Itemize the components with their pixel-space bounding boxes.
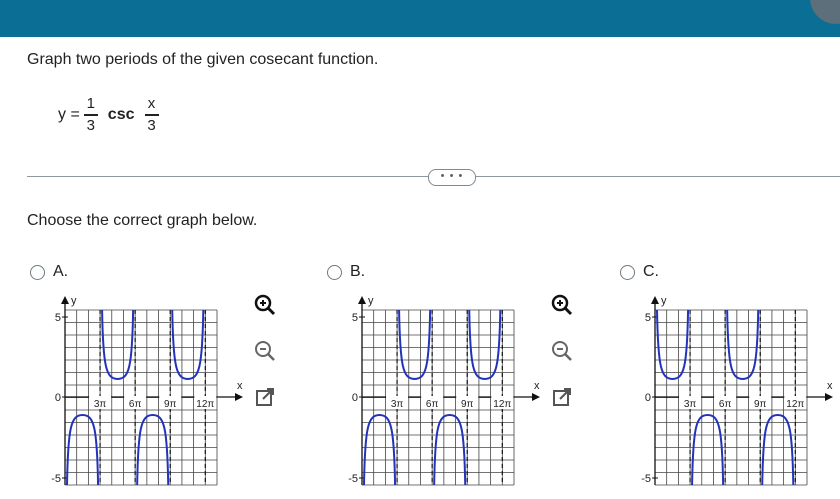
curve-branch — [761, 413, 795, 486]
y-tick-label: 5 — [352, 312, 358, 324]
y-axis-label: y — [368, 295, 374, 307]
option-b[interactable]: B. — [327, 263, 365, 281]
coefficient-denominator: 3 — [86, 116, 95, 134]
x-axis-label: x — [827, 380, 833, 392]
option-letter: A. — [53, 263, 69, 280]
radio-button[interactable] — [327, 264, 342, 280]
x-axis-arrow — [532, 393, 540, 401]
x-axis-arrow — [235, 393, 243, 401]
option-c[interactable]: C. — [620, 263, 659, 281]
curve-branch — [398, 309, 432, 381]
equation: y = 1 3 csc x 3 — [58, 88, 163, 142]
curve-branch — [171, 309, 205, 381]
x-axis-label: x — [534, 380, 540, 392]
x-tick-label: 9π — [461, 399, 474, 410]
radio-button[interactable] — [30, 264, 45, 280]
y-axis-arrow — [651, 296, 659, 304]
graph-svg: 5 0 -5 3π 6π 9π 12π x y — [51, 295, 243, 486]
x-tick-label: 12π — [493, 399, 511, 410]
y-tick-label: 0 — [352, 392, 358, 404]
curve-branch — [66, 413, 100, 486]
curve-branch — [691, 413, 725, 486]
y-axis-label: y — [71, 295, 77, 307]
graph-option-c[interactable]: 5 0 -5 3π 6π 9π 12π x y — [620, 290, 835, 490]
x-tick-label: 12π — [786, 399, 804, 410]
fraction-bar — [144, 114, 159, 116]
x-tick-label: 3π — [94, 399, 107, 410]
curve-branch — [101, 309, 135, 381]
argument-numerator: x — [147, 95, 156, 113]
graph-option-a[interactable]: 5 0 -5 3π 6π 9π 12π x y — [30, 290, 245, 490]
y-tick-label: -5 — [348, 473, 358, 485]
option-letter: B. — [350, 263, 366, 280]
equation-lhs: y = — [58, 106, 80, 123]
popout-icon[interactable] — [550, 385, 574, 409]
coefficient-numerator: 1 — [86, 95, 95, 113]
graph-svg: 5 0 -5 3π 6π 9π 12π x y — [641, 295, 833, 486]
option-letter: C. — [643, 263, 659, 280]
argument-denominator: 3 — [147, 116, 156, 134]
x-tick-label: 6π — [719, 399, 732, 410]
graph-option-b[interactable]: 5 0 -5 3π 6π 9π 12π x y — [327, 290, 542, 490]
zoom-in-icon[interactable] — [253, 293, 277, 317]
popout-icon[interactable] — [253, 385, 277, 409]
zoom-out-icon[interactable] — [550, 339, 574, 363]
x-axis-label: x — [237, 380, 243, 392]
y-tick-label: 0 — [55, 392, 61, 404]
x-axis-arrow — [825, 393, 833, 401]
curve-branch — [468, 309, 502, 381]
argument-fraction: x 3 — [144, 95, 159, 135]
question-title: Graph two periods of the given cosecant … — [27, 51, 379, 68]
fraction-bar — [83, 114, 98, 116]
graph-svg: 5 0 -5 3π 6π 9π 12π x y — [348, 295, 540, 486]
curve-branch — [363, 413, 397, 486]
x-tick-label: 9π — [754, 399, 767, 410]
x-tick-label: 6π — [426, 399, 439, 410]
x-tick-label: 9π — [164, 399, 177, 410]
avatar[interactable] — [810, 0, 840, 24]
option-a[interactable]: A. — [30, 263, 68, 281]
curve-branch — [136, 413, 170, 486]
y-tick-label: 0 — [645, 392, 651, 404]
x-tick-label: 3π — [391, 399, 404, 410]
more-button[interactable]: • • • — [428, 169, 476, 186]
x-tick-label: 6π — [129, 399, 142, 410]
x-tick-label: 12π — [196, 399, 214, 410]
choose-prompt: Choose the correct graph below. — [27, 212, 258, 229]
function-name: csc — [107, 106, 135, 123]
curve-branch — [656, 309, 690, 381]
zoom-out-icon[interactable] — [253, 339, 277, 363]
x-tick-label: 3π — [684, 399, 697, 410]
radio-button[interactable] — [620, 264, 635, 280]
curve-branch — [726, 309, 760, 381]
top-bar — [0, 0, 840, 37]
y-tick-label: 5 — [645, 312, 651, 324]
y-tick-label: -5 — [641, 473, 651, 485]
y-tick-label: -5 — [51, 473, 61, 485]
y-axis-arrow — [61, 296, 69, 304]
zoom-in-icon[interactable] — [550, 293, 574, 317]
y-tick-label: 5 — [55, 312, 61, 324]
y-axis-arrow — [358, 296, 366, 304]
y-axis-label: y — [661, 295, 667, 307]
coefficient-fraction: 1 3 — [83, 95, 98, 135]
curve-branch — [433, 413, 467, 486]
